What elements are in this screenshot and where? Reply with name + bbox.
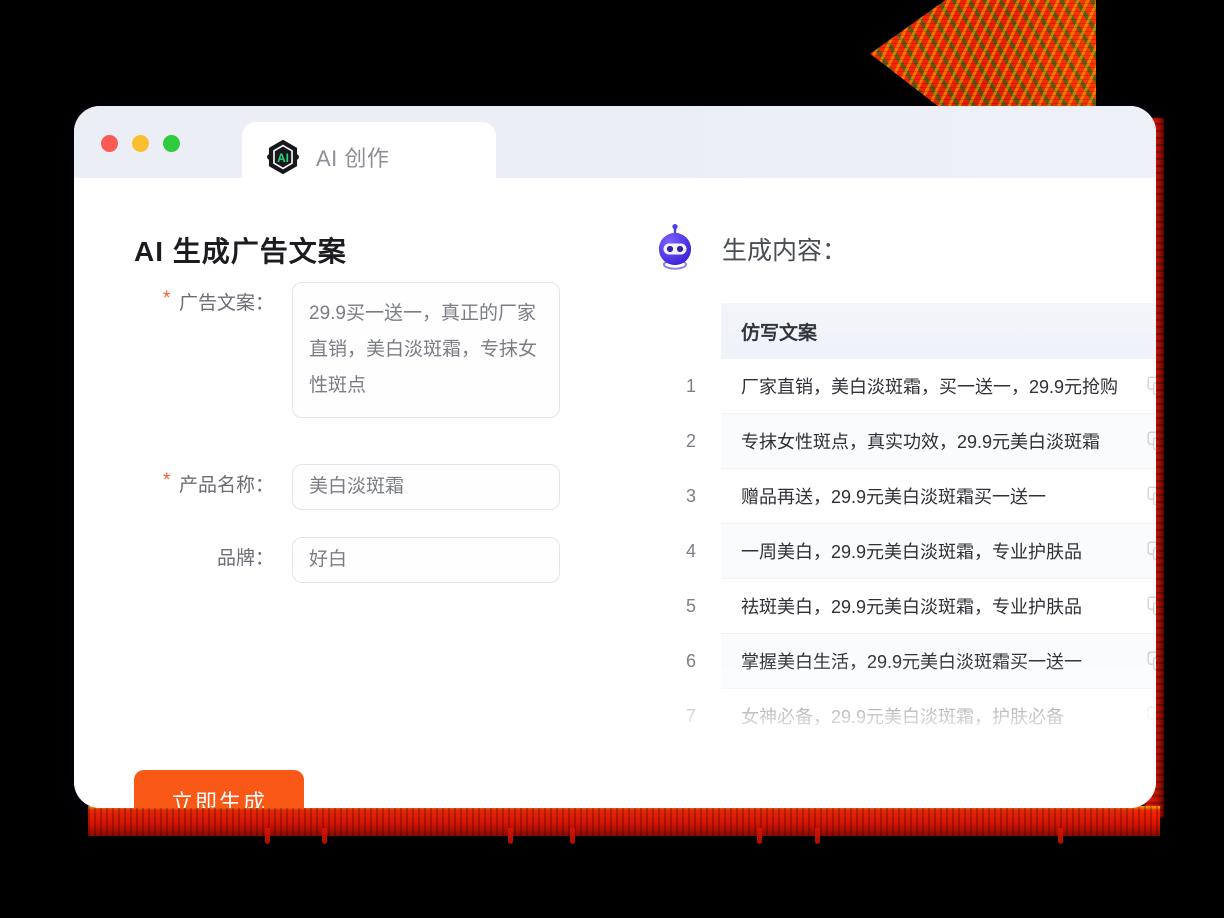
field-label-brand: * 品牌：	[134, 537, 274, 570]
form-panel: AI 生成广告文案 * 广告文案： 29.9买一送一，真正的厂家直销，美白淡斑霜…	[74, 178, 586, 808]
svg-text:AI: AI	[277, 151, 289, 165]
table-row[interactable]: 赠品再送，29.9元美白淡斑霜买一送一	[721, 469, 1156, 524]
table-row[interactable]: 掌握美白生活，29.9元美白淡斑霜买一送一	[721, 634, 1156, 689]
table-row[interactable]: 一周美白，29.9元美白淡斑霜，专业护肤品	[721, 524, 1156, 579]
copy-icon[interactable]	[1147, 651, 1156, 671]
decorative-drip	[508, 828, 513, 844]
field-brand: * 品牌： 好白	[134, 537, 560, 583]
decorative-drip	[322, 828, 327, 844]
required-asterisk-icon: *	[163, 470, 171, 491]
row-number: 5	[686, 596, 697, 616]
label-text: 品牌：	[216, 548, 274, 569]
maximize-button[interactable]	[163, 135, 180, 152]
table-cell-text: 赠品再送，29.9元美白淡斑霜买一送一	[741, 487, 1047, 507]
copy-icon[interactable]	[1147, 376, 1156, 396]
row-number: 7	[686, 706, 697, 726]
traffic-light-controls	[101, 135, 180, 152]
application-window: AI AI 创作 AI 生成广告文案 * 广告文案： 29.9买一送一，真正的厂…	[74, 106, 1156, 808]
decorative-drip	[1058, 828, 1063, 844]
field-label-ad-copy: * 广告文案：	[134, 282, 274, 315]
table-row[interactable]: 厂家直销，美白淡斑霜，买一送一，29.9元抢购	[721, 359, 1156, 414]
results-table: 仿写文案 厂家直销，美白淡斑霜，买一送一，29.9元抢购 专抹女性斑点，真实功效…	[721, 303, 1156, 748]
decorative-drip	[757, 828, 762, 844]
field-product-name: * 产品名称： 美白淡斑霜	[134, 464, 560, 510]
copy-icon[interactable]	[1147, 596, 1156, 616]
tab-ai-creation[interactable]: AI AI 创作	[242, 122, 496, 192]
row-number: 2	[686, 431, 697, 451]
table-cell-text: 一周美白，29.9元美白淡斑霜，专业护肤品	[741, 542, 1083, 562]
row-number: 3	[686, 486, 697, 506]
results-title: 生成内容：	[722, 237, 848, 265]
label-text: 广告文案：	[178, 293, 274, 314]
table-cell-text: 女神必备，29.9元美白淡斑霜，护肤必备	[741, 707, 1065, 727]
robot-icon	[659, 224, 691, 270]
screenshot-root: AI AI 创作 AI 生成广告文案 * 广告文案： 29.9买一送一，真正的厂…	[0, 0, 1224, 918]
close-button[interactable]	[101, 135, 118, 152]
table-cell-text: 厂家直销，美白淡斑霜，买一送一，29.9元抢购	[741, 377, 1119, 397]
copy-icon[interactable]	[1147, 486, 1156, 506]
table-cell-text: 掌握美白生活，29.9元美白淡斑霜买一送一	[741, 652, 1083, 672]
row-number: 4	[686, 541, 697, 561]
table-row[interactable]: 女神必备，29.9元美白淡斑霜，护肤必备	[721, 689, 1156, 744]
ad-copy-textarea[interactable]: 29.9买一送一，真正的厂家直销，美白淡斑霜，专抹女性斑点	[292, 282, 560, 418]
table-cell-text: 专抹女性斑点，真实功效，29.9元美白淡斑霜	[741, 432, 1101, 452]
generate-button[interactable]: 立即生成	[134, 770, 304, 808]
copy-icon[interactable]	[1147, 706, 1156, 726]
results-header: 生成内容：	[654, 224, 847, 274]
field-label-product-name: * 产品名称：	[134, 464, 274, 497]
table-cell-text: 祛斑美白，29.9元美白淡斑霜，专业护肤品	[741, 597, 1083, 617]
label-text: 产品名称：	[178, 475, 274, 496]
copy-icon[interactable]	[1147, 541, 1156, 561]
table-row[interactable]: 祛斑美白，29.9元美白淡斑霜，专业护肤品	[721, 579, 1156, 634]
decorative-red-band-bottom	[87, 806, 1161, 836]
product-name-input[interactable]: 美白淡斑霜	[292, 464, 560, 510]
decorative-drip	[265, 828, 270, 844]
field-ad-copy: * 广告文案： 29.9买一送一，真正的厂家直销，美白淡斑霜，专抹女性斑点	[134, 282, 560, 418]
row-number: 1	[686, 376, 697, 396]
decorative-drip	[815, 828, 820, 844]
decorative-drip	[570, 828, 575, 844]
table-row[interactable]: 专抹女性斑点，真实功效，29.9元美白淡斑霜	[721, 414, 1156, 469]
window-titlebar: AI AI 创作	[74, 106, 1156, 192]
copy-icon[interactable]	[1147, 431, 1156, 451]
ai-hexagon-logo-icon: AI	[267, 139, 299, 175]
row-number: 6	[686, 651, 697, 671]
tab-label: AI 创作	[316, 146, 390, 171]
minimize-button[interactable]	[132, 135, 149, 152]
page-title: AI 生成广告文案	[134, 236, 347, 267]
required-asterisk-icon: *	[163, 288, 171, 309]
decorative-red-graphic-topright	[868, 0, 1096, 112]
brand-input[interactable]: 好白	[292, 537, 560, 583]
window-body: AI 生成广告文案 * 广告文案： 29.9买一送一，真正的厂家直销，美白淡斑霜…	[74, 178, 1156, 808]
table-column-header: 仿写文案	[721, 303, 1156, 359]
results-panel: 生成内容： 1 2 3 4 5 6 7 仿写文案 厂家直销，美白淡斑霜，买一送一…	[586, 178, 1156, 808]
